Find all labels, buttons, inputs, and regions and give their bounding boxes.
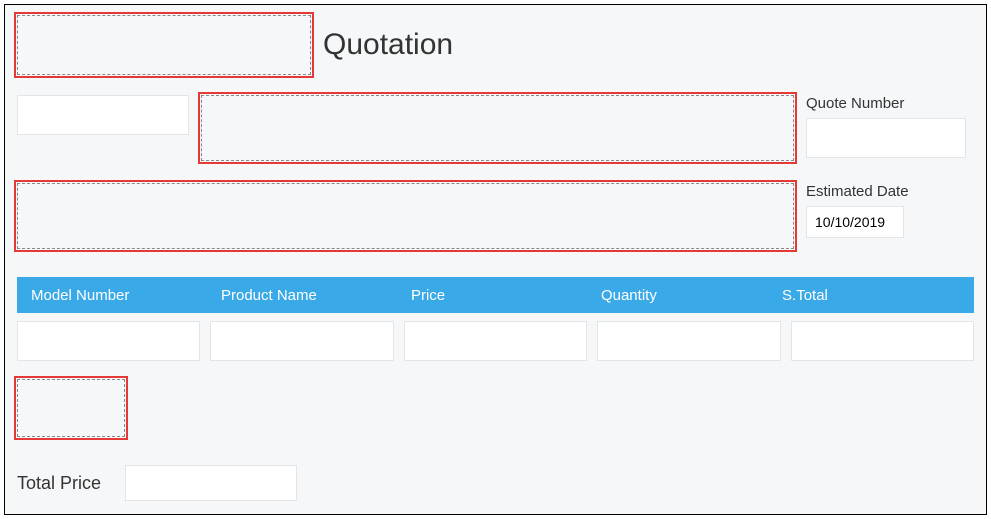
quotation-form: Quotation Quote Number Estimated Date 10… (4, 4, 987, 515)
add-row-dropzone[interactable] (17, 379, 125, 437)
estimated-date-label: Estimated Date (806, 183, 974, 200)
page-title: Quotation (323, 28, 453, 62)
add-row-area (17, 379, 125, 437)
th-quantity: Quantity (595, 287, 776, 304)
address-dropzone[interactable] (201, 95, 794, 161)
items-table-row (17, 317, 974, 365)
estimated-date-value: 10/10/2019 (815, 214, 885, 230)
quote-number-label: Quote Number (806, 95, 974, 112)
total-price-input[interactable] (125, 465, 297, 501)
row-quote: Quote Number (17, 95, 974, 161)
subtotal-input[interactable] (791, 321, 974, 361)
model-number-input[interactable] (17, 321, 200, 361)
company-input[interactable] (17, 95, 189, 135)
estimated-date-input[interactable]: 10/10/2019 (806, 206, 904, 238)
quote-number-column: Quote Number (806, 95, 974, 158)
total-row: Total Price (17, 465, 297, 501)
th-subtotal: S.Total (776, 287, 966, 304)
customer-dropzone[interactable] (17, 183, 794, 249)
row-date: Estimated Date 10/10/2019 (17, 183, 974, 249)
items-table-header: Model Number Product Name Price Quantity… (17, 277, 974, 313)
price-input[interactable] (404, 321, 587, 361)
total-price-label: Total Price (17, 473, 101, 494)
estimated-date-column: Estimated Date 10/10/2019 (806, 183, 974, 238)
quantity-input[interactable] (597, 321, 780, 361)
th-product-name: Product Name (215, 287, 405, 304)
th-model-number: Model Number (25, 287, 215, 304)
quote-number-input[interactable] (806, 118, 966, 158)
th-price: Price (405, 287, 595, 304)
product-name-input[interactable] (210, 321, 393, 361)
header-row: Quotation (17, 15, 974, 75)
logo-dropzone[interactable] (17, 15, 311, 75)
